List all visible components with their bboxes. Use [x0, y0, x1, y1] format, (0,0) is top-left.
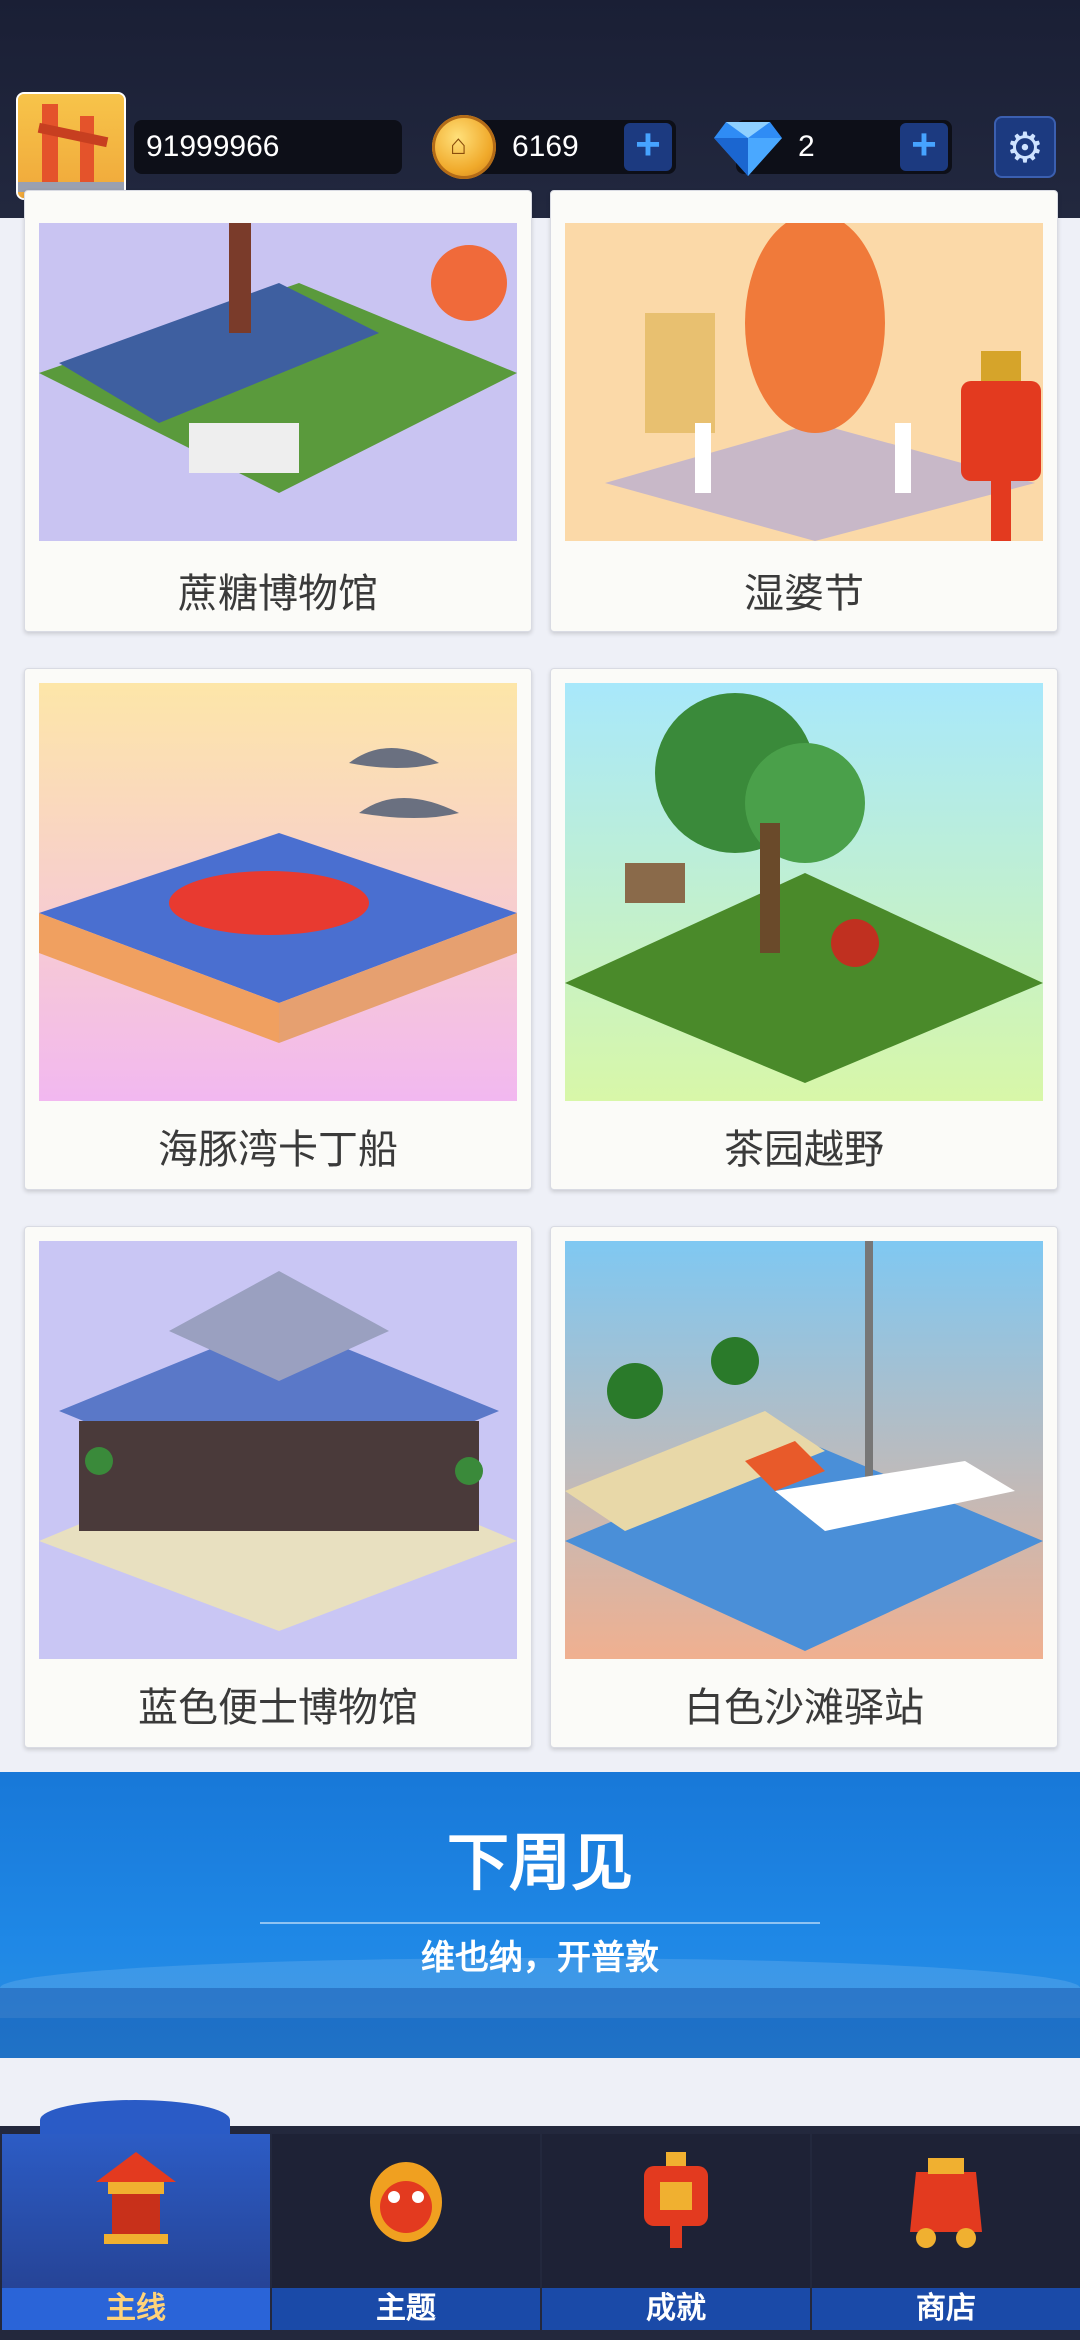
coming-soon-banner: 下周见 维也纳，开普敦	[0, 1772, 1080, 2058]
score-display: 91999966	[134, 120, 402, 174]
card-blue-penny-museum[interactable]: 蓝色便士博物馆	[24, 1226, 532, 1748]
add-coins-button[interactable]: +	[624, 123, 672, 171]
banner-divider	[260, 1922, 820, 1924]
card-title: 蔗糖博物馆	[178, 572, 378, 616]
card-tea-garden[interactable]: 茶园越野	[550, 668, 1058, 1190]
diamond-icon	[714, 122, 782, 176]
tab-theme[interactable]: 主题	[272, 2134, 540, 2330]
settings-button[interactable]: ⚙	[994, 116, 1056, 178]
player-avatar[interactable]	[16, 92, 126, 200]
tab-label: 成就	[542, 2288, 810, 2330]
tab-achievements[interactable]: 成就	[542, 2134, 810, 2330]
bridge-tower-right	[80, 116, 94, 186]
top-bar	[0, 0, 1080, 218]
banner-title: 下周见	[446, 1829, 633, 1898]
tab-label: 主线	[2, 2288, 270, 2330]
sugar-museum-image	[39, 223, 517, 541]
tab-label: 主题	[272, 2288, 540, 2330]
tab-shop[interactable]: 商店	[812, 2134, 1080, 2330]
tea-garden-image	[565, 683, 1043, 1101]
red-lantern-icon	[961, 351, 1041, 541]
tab-main[interactable]: 主线	[2, 2134, 270, 2330]
bridge-tower-left	[42, 104, 58, 188]
card-title: 茶园越野	[724, 1128, 884, 1172]
banner-subtitle: 维也纳，开普敦	[421, 1939, 659, 1977]
blue-penny-museum-image	[39, 1241, 517, 1659]
white-beach-station-image	[565, 1241, 1043, 1659]
fortune-lantern-icon	[644, 2152, 708, 2248]
banner-wave-dark	[0, 1988, 1080, 2058]
add-gems-button[interactable]: +	[900, 123, 948, 171]
card-sugar-museum[interactable]: 蔗糖博物馆	[24, 190, 532, 632]
pagoda-icon	[96, 2152, 176, 2244]
card-title: 白色沙滩驿站	[684, 1686, 924, 1730]
tab-label: 商店	[812, 2288, 1080, 2330]
gear-icon: ⚙	[1006, 124, 1044, 171]
coin-icon: ⌂	[432, 115, 496, 179]
card-dolphin-bay[interactable]: 海豚湾卡丁船	[24, 668, 532, 1190]
gift-bag-icon	[910, 2158, 982, 2248]
lion-mask-icon	[370, 2162, 442, 2242]
card-title: 海豚湾卡丁船	[158, 1128, 398, 1172]
dolphin-bay-image	[39, 683, 517, 1101]
card-title: 湿婆节	[744, 572, 864, 616]
card-shiva-festival[interactable]: 湿婆节	[550, 190, 1058, 632]
card-white-beach-station[interactable]: 白色沙滩驿站	[550, 1226, 1058, 1748]
card-title: 蓝色便士博物馆	[138, 1686, 418, 1730]
